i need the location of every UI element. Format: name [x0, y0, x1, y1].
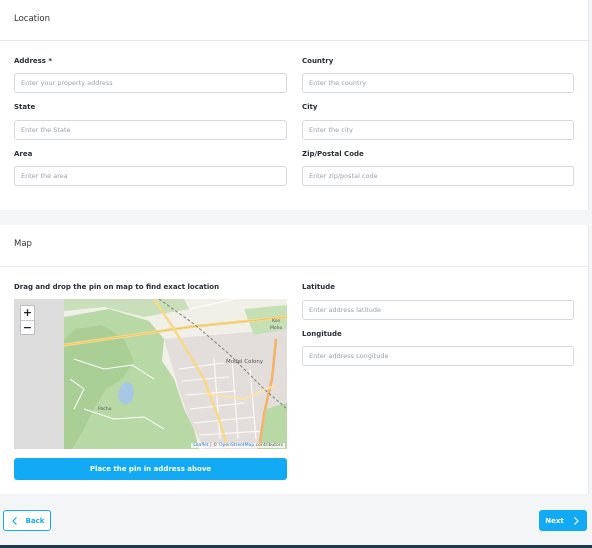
map-tiles	[14, 299, 287, 449]
map-place-label: Kon	[272, 319, 281, 324]
chevron-right-icon	[573, 516, 579, 525]
city-label: City	[302, 103, 318, 111]
leaflet-link[interactable]: Leaflet	[193, 443, 208, 448]
latitude-label: Latitude	[302, 283, 336, 291]
area-label: Area	[14, 150, 33, 158]
zip-label: Zip/Postal Code	[302, 150, 364, 158]
state-label: State	[14, 103, 36, 111]
state-input[interactable]	[14, 120, 287, 140]
location-card: Location Address * Country State City Ar…	[0, 0, 589, 210]
next-button[interactable]: Next	[539, 510, 587, 531]
attribution-separator: | ©	[208, 443, 219, 448]
zip-input[interactable]	[302, 166, 574, 186]
back-button[interactable]: Back	[3, 510, 51, 531]
zoom-control: + −	[20, 305, 35, 335]
map-instruction: Drag and drop the pin on map to find exa…	[14, 283, 220, 291]
map-attribution: Leaflet | © OpenStreetMap contributors	[191, 443, 285, 448]
map-title: Map	[14, 239, 32, 249]
longitude-input[interactable]	[302, 346, 574, 366]
country-input[interactable]	[302, 73, 574, 93]
next-label: Next	[545, 516, 564, 525]
attribution-tail: contributors	[254, 443, 283, 448]
address-label: Address *	[14, 57, 53, 65]
back-label: Back	[25, 516, 45, 525]
zoom-out-button[interactable]: −	[21, 320, 34, 334]
divider	[0, 40, 588, 41]
chevron-left-icon	[11, 516, 17, 525]
address-input[interactable]	[14, 73, 287, 93]
latitude-input[interactable]	[302, 300, 574, 320]
city-input[interactable]	[302, 120, 574, 140]
area-input[interactable]	[14, 166, 287, 186]
place-pin-button[interactable]: Place the pin in address above	[14, 458, 287, 480]
map-card: Map Drag and drop the pin on map to find…	[0, 225, 589, 494]
map-view[interactable]: Model Colony Kon Moho Pachu + − Leaflet …	[14, 299, 287, 449]
zoom-in-button[interactable]: +	[21, 306, 34, 320]
longitude-label: Longitude	[302, 330, 342, 338]
map-place-label: Pachu	[98, 407, 112, 412]
divider	[0, 266, 588, 267]
location-title: Location	[14, 14, 50, 24]
map-place-label: Moho	[270, 326, 283, 331]
country-label: Country	[302, 57, 334, 65]
osm-link[interactable]: OpenStreetMap	[219, 443, 254, 448]
map-place-label: Model Colony	[226, 359, 264, 365]
